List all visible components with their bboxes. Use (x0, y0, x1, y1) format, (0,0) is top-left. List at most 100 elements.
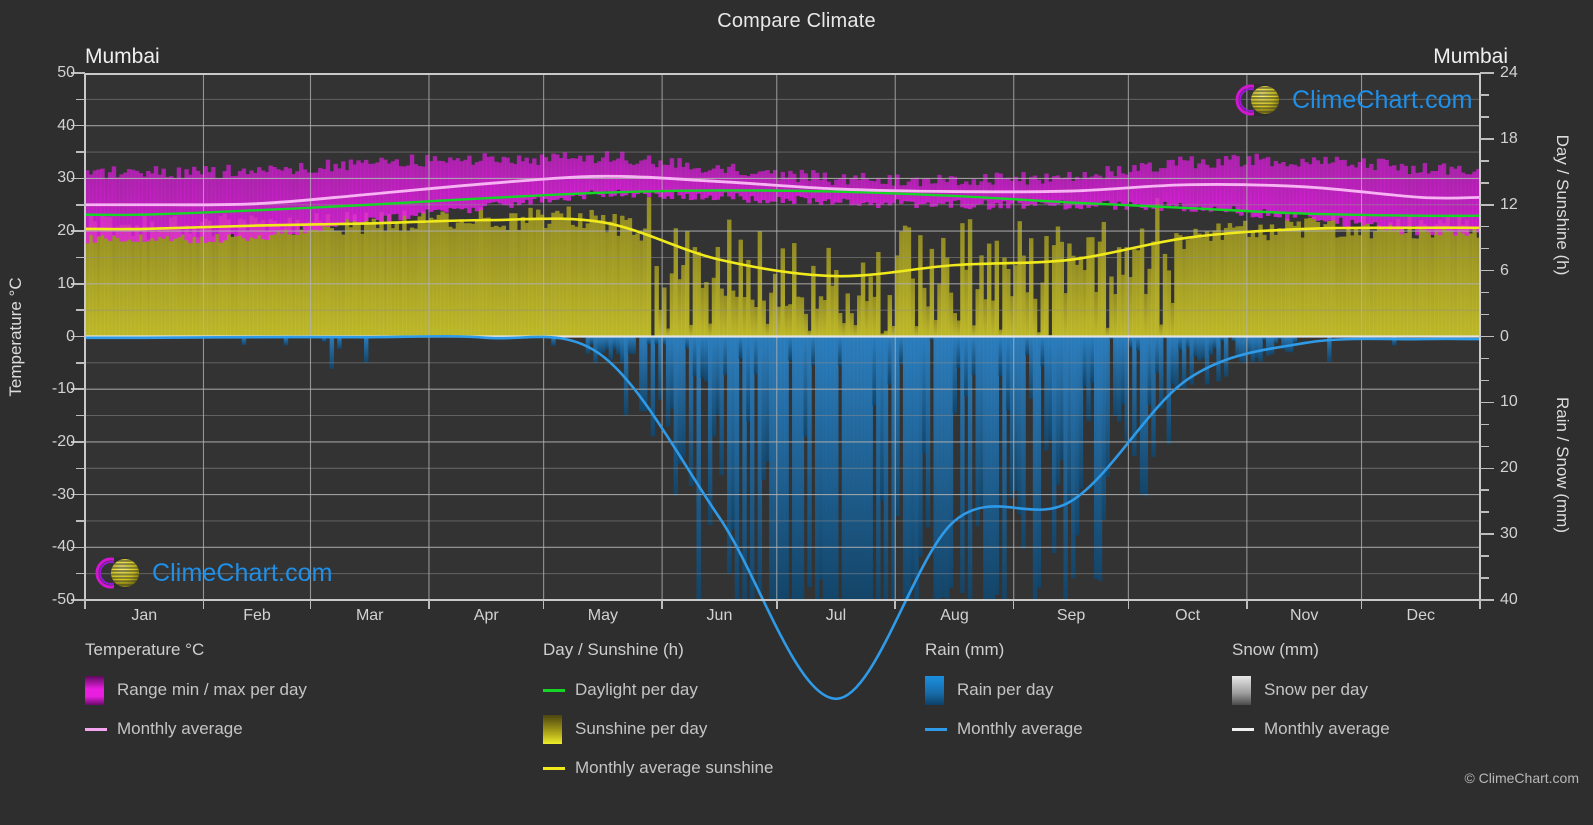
x-axis-tick-label-aug: Aug (940, 607, 968, 625)
climechart-logo-text: ClimeChart.com (152, 559, 333, 588)
y-axis-right-tick (1480, 72, 1494, 74)
chart-legend: Temperature °C Range min / max per day Mon… (0, 640, 1593, 825)
y-axis-right-top-tick-label: 18 (1500, 130, 1560, 148)
y-axis-right-bottom-tick-label: 30 (1500, 525, 1560, 543)
y-axis-left-tick-label: 20 (15, 222, 75, 240)
y-axis-left-tick (76, 309, 85, 311)
y-axis-right-tick (1480, 116, 1489, 118)
y-axis-right-tick (1480, 468, 1494, 470)
x-axis-tick (1479, 600, 1481, 609)
legend-item[interactable]: Daylight per day (543, 675, 773, 705)
legend-item[interactable]: Range min / max per day (85, 675, 307, 705)
y-axis-right-tick (1480, 292, 1489, 294)
legend-group-daysunshine: Day / Sunshine (h) Daylight per day Sunshi… (543, 640, 773, 792)
legend-item-label: Monthly average sunshine (575, 758, 773, 778)
x-axis-tick-label-feb: Feb (243, 607, 271, 625)
x-axis-tick (1361, 600, 1363, 609)
legend-item-label: Monthly average (117, 719, 243, 739)
y-axis-right-tick (1480, 424, 1489, 426)
y-axis-left-tick-label: -30 (15, 486, 75, 504)
y-axis-right-tick (1480, 446, 1489, 448)
legend-swatch-line (543, 767, 565, 770)
y-axis-left-tick (76, 257, 85, 259)
x-axis-tick (203, 600, 205, 609)
x-axis-tick (1128, 600, 1130, 609)
legend-item-label: Range min / max per day (117, 680, 307, 700)
climechart-logo-text: ClimeChart.com (1292, 86, 1473, 115)
y-axis-left-tick-label: -20 (15, 433, 75, 451)
y-axis-left-tick-label: 30 (15, 169, 75, 187)
y-axis-right-top-tick-label: 6 (1500, 262, 1560, 280)
climate-chart-page: Compare Climate Mumbai Mumbai -50-40-30-… (0, 0, 1593, 825)
climechart-logo-icon (92, 553, 144, 593)
legend-item-label: Sunshine per day (575, 719, 707, 739)
legend-item[interactable]: Monthly average sunshine (543, 753, 773, 783)
legend-swatch-line (85, 728, 107, 731)
y-axis-left-tick (76, 520, 85, 522)
legend-item[interactable]: Snow per day (1232, 675, 1390, 705)
x-axis-tick-label-mar: Mar (356, 607, 384, 625)
y-axis-right-top-tick-label: 12 (1500, 196, 1560, 214)
y-axis-left-tick-label: 50 (15, 64, 75, 82)
legend-swatch-line (925, 728, 947, 731)
legend-item-label: Monthly average (957, 719, 1083, 739)
x-axis-tick (310, 600, 312, 609)
legend-swatch-line (543, 689, 565, 692)
y-axis-right-tick (1480, 577, 1489, 579)
y-axis-left-tick (76, 415, 85, 417)
y-axis-right-top-tick-label: 0 (1500, 328, 1560, 346)
legend-swatch-line (1232, 728, 1254, 731)
y-axis-left-tick (76, 204, 85, 206)
x-axis-tick-label-oct: Oct (1175, 607, 1200, 625)
axis-top (85, 73, 1480, 75)
legend-swatch-band (925, 676, 944, 705)
y-axis-left-title: Temperature °C (6, 277, 26, 396)
x-axis-tick (84, 600, 86, 609)
legend-item-label: Rain per day (957, 680, 1053, 700)
legend-group-temperature: Temperature °C Range min / max per day Mon… (85, 640, 307, 753)
x-axis-tick-label-dec: Dec (1407, 607, 1435, 625)
y-axis-left-tick (76, 99, 85, 101)
legend-heading: Temperature °C (85, 640, 307, 660)
y-axis-right-bottom-tick-label: 20 (1500, 459, 1560, 477)
y-axis-right-tick (1480, 204, 1494, 206)
y-axis-right-tick (1480, 182, 1489, 184)
y-axis-right-top-tick-label: 24 (1500, 64, 1560, 82)
legend-heading: Day / Sunshine (h) (543, 640, 773, 660)
y-axis-left-tick (76, 468, 85, 470)
y-axis-right-tick (1480, 402, 1494, 404)
legend-swatch-band (1232, 676, 1251, 705)
y-axis-right-bottom-title: Rain / Snow (mm) (1552, 397, 1572, 533)
y-axis-right-top-title: Day / Sunshine (h) (1552, 135, 1572, 276)
x-axis-tick-label-apr: Apr (474, 607, 499, 625)
location-label-right: Mumbai (1433, 45, 1508, 69)
legend-item[interactable]: Monthly average (85, 714, 307, 744)
y-axis-right-tick (1480, 160, 1489, 162)
legend-item-label: Daylight per day (575, 680, 698, 700)
y-axis-right-tick (1480, 599, 1494, 601)
y-axis-left-tick-label: -40 (15, 538, 75, 556)
y-axis-right-tick (1480, 248, 1489, 250)
y-axis-right-tick (1480, 336, 1494, 338)
copyright-notice: © ClimeChart.com (1464, 770, 1579, 786)
y-axis-left-tick-label: -50 (15, 591, 75, 609)
axis-bottom (85, 599, 1480, 601)
legend-group-snow: Snow (mm)Snow per dayMonthly average (1232, 640, 1390, 753)
y-axis-right-tick (1480, 555, 1489, 557)
y-axis-right-tick (1480, 270, 1494, 272)
y-axis-right-tick (1480, 138, 1494, 140)
climechart-logo-bottom: ClimeChart.com (92, 553, 333, 593)
legend-item[interactable]: Sunshine per day (543, 714, 773, 744)
y-axis-right-tick (1480, 533, 1494, 535)
y-axis-right-tick (1480, 314, 1489, 316)
legend-item[interactable]: Monthly average (1232, 714, 1390, 744)
x-axis-tick (1246, 600, 1248, 609)
x-axis-tick (661, 600, 663, 609)
legend-swatch-band (85, 676, 104, 705)
legend-item-label: Monthly average (1264, 719, 1390, 739)
location-label-left: Mumbai (85, 45, 160, 69)
legend-item[interactable]: Rain per day (925, 675, 1083, 705)
climechart-logo-icon (1232, 80, 1284, 120)
legend-item[interactable]: Monthly average (925, 714, 1083, 744)
legend-heading: Rain (mm) (925, 640, 1083, 660)
